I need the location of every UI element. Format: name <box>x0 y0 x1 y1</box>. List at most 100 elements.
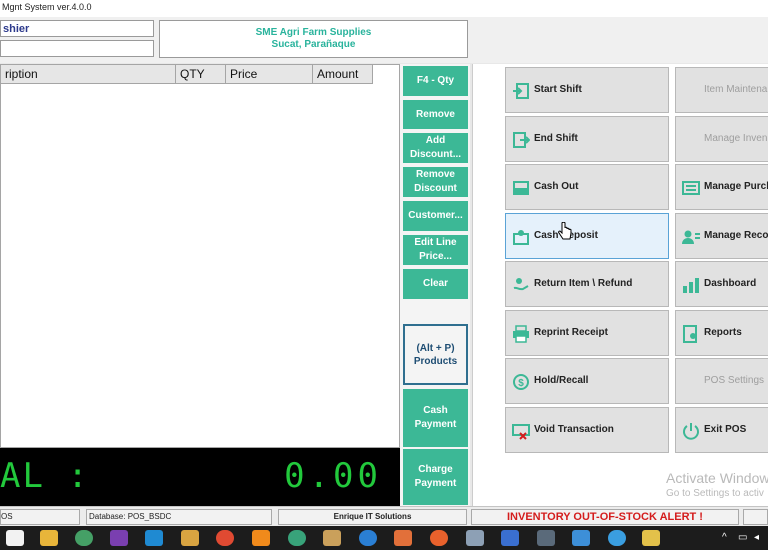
customer-button[interactable]: Customer... <box>403 201 468 231</box>
app-icon-8[interactable] <box>466 530 484 546</box>
app-icon-5[interactable] <box>323 530 341 546</box>
total-value: 0.00 <box>284 456 382 496</box>
stock-alert[interactable]: INVENTORY OUT-OF-STOCK ALERT ! <box>471 509 739 525</box>
manage-purchases-label: Manage Purch <box>704 181 768 192</box>
refund-icon <box>513 278 529 291</box>
column-description[interactable]: ription <box>1 65 176 83</box>
cashier-field <box>0 40 154 57</box>
reprint-receipt-label: Reprint Receipt <box>534 327 608 338</box>
remove-discount-button[interactable]: Remove Discount <box>403 167 468 197</box>
hold-recall-button[interactable]: $ Hold/Recall <box>505 358 669 404</box>
remove-button[interactable]: Remove <box>403 100 468 129</box>
edit-line-label-2: Price... <box>419 251 452 262</box>
manage-records-button[interactable]: Manage Recor <box>675 213 768 259</box>
void-transaction-button[interactable]: Void Transaction <box>505 407 669 453</box>
column-qty[interactable]: QTY <box>176 65 226 83</box>
pos-settings-label: POS Settings <box>704 375 765 386</box>
volume-icon[interactable]: ◂ <box>754 532 759 543</box>
qty-button[interactable]: F4 - Qty <box>403 66 468 96</box>
manage-records-label: Manage Recor <box>704 230 768 241</box>
app-icon-2[interactable] <box>181 530 199 546</box>
exit-pos-label: Exit POS <box>704 424 747 435</box>
app-icon-12[interactable] <box>642 530 660 546</box>
pos-settings-button[interactable]: POS Settings <box>675 358 768 404</box>
end-shift-button[interactable]: End Shift <box>505 116 669 162</box>
column-price[interactable]: Price <box>226 65 313 83</box>
app-icon-4[interactable] <box>288 530 306 546</box>
hold-recall-label: Hold/Recall <box>534 375 589 386</box>
add-discount-button[interactable]: Add Discount... <box>403 133 468 163</box>
customer-label: Customer... <box>408 210 463 221</box>
clear-label: Clear <box>422 278 448 289</box>
report-icon <box>683 325 697 343</box>
cash-out-button[interactable]: Cash Out <box>505 164 669 210</box>
manage-purchases-button[interactable]: Manage Purch <box>675 164 768 210</box>
start-shift-label: Start Shift <box>534 84 582 95</box>
purchase-list-icon <box>682 181 700 195</box>
products-label-2: Products <box>413 355 458 367</box>
column-amount[interactable]: Amount <box>313 65 373 83</box>
app-icon-6[interactable] <box>394 530 412 546</box>
charge-payment-button[interactable]: Charge Payment <box>403 449 468 505</box>
edit-line-label-1: Edit Line <box>414 237 457 248</box>
database-status: Database: POS_BSDC <box>86 509 272 525</box>
app-icon-1[interactable] <box>75 530 93 546</box>
file-explorer-icon[interactable] <box>40 530 58 546</box>
activation-watermark-text: Go to Settings to activ <box>666 488 764 499</box>
title-bar: Mgnt System ver.4.0.0 <box>0 0 768 18</box>
void-transaction-label: Void Transaction <box>534 424 614 435</box>
bar-chart-icon <box>683 278 699 293</box>
window-title: Mgnt System ver.4.0.0 <box>2 2 92 12</box>
charge-payment-label-1: Charge <box>418 464 453 475</box>
store-location: Sucat, Parañaque <box>271 39 356 50</box>
cash-payment-button[interactable]: Cash Payment <box>403 389 468 447</box>
tray-chevron-icon[interactable]: ^ <box>722 532 727 543</box>
network-icon[interactable]: ▭ <box>738 532 747 543</box>
power-icon <box>683 423 699 440</box>
search-icon[interactable] <box>6 530 24 546</box>
visual-studio-icon[interactable] <box>110 530 128 546</box>
clear-button[interactable]: Clear <box>403 269 468 299</box>
item-maintenance-button[interactable]: Item Maintena <box>675 67 768 113</box>
hand-cursor-icon <box>558 222 572 240</box>
vscode-icon[interactable] <box>145 530 163 546</box>
grid-header: ription QTY Price Amount <box>1 65 373 84</box>
user-records-icon <box>682 230 700 244</box>
edit-line-price-button[interactable]: Edit Line Price... <box>403 235 468 265</box>
taskbar: ^ ▭ ◂ <box>0 526 768 550</box>
printer-icon <box>513 325 529 343</box>
app-icon-11[interactable] <box>608 530 626 546</box>
start-shift-button[interactable]: Start Shift <box>505 67 669 113</box>
app-icon-9[interactable] <box>501 530 519 546</box>
edge-icon[interactable] <box>359 530 377 546</box>
calculator-icon[interactable] <box>572 530 590 546</box>
remove-discount-label-1: Remove <box>416 169 455 180</box>
reprint-receipt-button[interactable]: Reprint Receipt <box>505 310 669 356</box>
cashier-label: shier <box>0 20 154 37</box>
cash-register-icon <box>513 181 529 195</box>
total-display: AL : 0.00 <box>0 448 400 506</box>
status-extra <box>743 509 768 525</box>
svg-text:$: $ <box>518 378 524 389</box>
cash-deposit-button[interactable]: Cash Deposit <box>505 213 669 259</box>
reports-button[interactable]: Reports <box>675 310 768 356</box>
terminal-status: OS <box>0 509 80 525</box>
add-discount-label-1: Add <box>425 135 446 146</box>
app-icon-10[interactable] <box>537 530 555 546</box>
dashboard-label: Dashboard <box>704 278 757 289</box>
return-refund-button[interactable]: Return Item \ Refund <box>505 261 669 307</box>
sales-grid[interactable]: ription QTY Price Amount <box>0 64 400 448</box>
store-info: SME Agri Farm Supplies Sucat, Parañaque <box>159 20 468 58</box>
store-name: SME Agri Farm Supplies <box>255 27 372 38</box>
void-icon <box>512 424 530 440</box>
chrome-icon[interactable] <box>216 530 234 546</box>
products-button[interactable]: (Alt + P) Products <box>403 324 468 385</box>
company-status: Enrique IT Solutions <box>278 509 467 525</box>
app-icon-7[interactable] <box>430 530 448 546</box>
manage-inventory-button[interactable]: Manage Inven <box>675 116 768 162</box>
dashboard-button[interactable]: Dashboard <box>675 261 768 307</box>
return-refund-label: Return Item \ Refund <box>534 278 633 289</box>
total-label: AL : <box>0 456 90 496</box>
exit-pos-button[interactable]: Exit POS <box>675 407 768 453</box>
app-icon-3[interactable] <box>252 530 270 546</box>
